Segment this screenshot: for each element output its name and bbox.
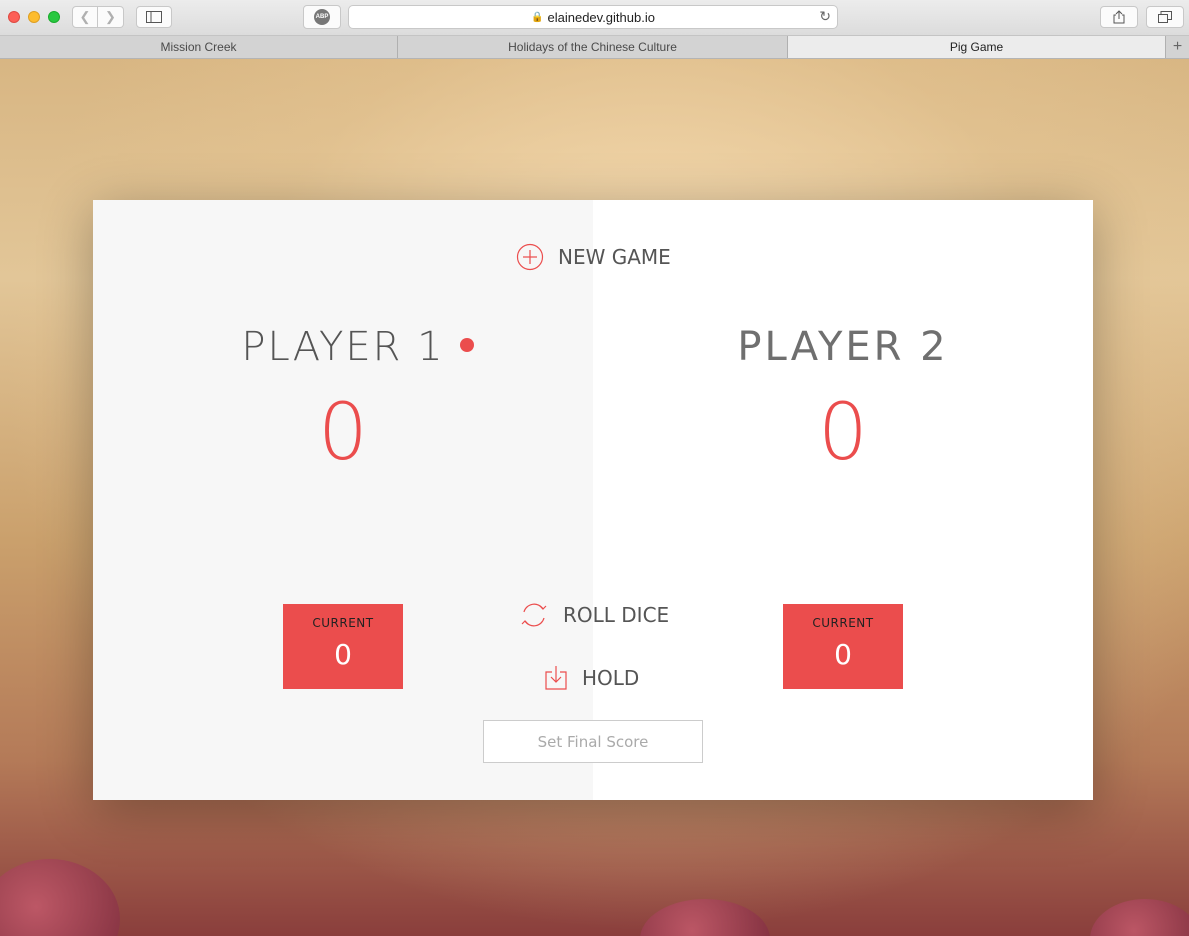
zoom-window-button[interactable] [48, 11, 60, 23]
raspberry-decoration [0, 859, 120, 936]
chevron-right-icon: ❯ [105, 9, 116, 24]
player-1-current-box: CURRENT 0 [283, 604, 403, 689]
reload-icon[interactable]: ↻ [819, 8, 831, 25]
show-tabs-button[interactable] [1146, 6, 1184, 28]
tab-label: Mission Creek [160, 40, 237, 54]
tab-bar: Mission Creek Holidays of the Chinese Cu… [0, 36, 1189, 59]
chevron-left-icon: ❮ [79, 9, 91, 24]
player-1-panel: PLAYER 1 0 CURRENT 0 [93, 200, 593, 800]
active-player-indicator [460, 338, 474, 352]
tab-mission-creek[interactable]: Mission Creek [0, 36, 398, 58]
sidebar-toggle-button[interactable] [136, 6, 172, 28]
lock-icon: 🔒 [531, 11, 544, 23]
browser-titlebar: ❮ ❯ ABP 🔒 elainedev.github.io ↻ [0, 0, 1189, 36]
forward-button[interactable]: ❯ [98, 6, 124, 28]
player-2-current-score: 0 [834, 638, 852, 671]
refresh-icon [521, 603, 547, 627]
raspberry-decoration [640, 899, 770, 936]
player-2-current-box: CURRENT 0 [783, 604, 903, 689]
player-2-name: PLAYER 2 [737, 324, 949, 370]
plus-circle-icon [516, 243, 544, 271]
tab-label: Pig Game [949, 40, 1004, 54]
roll-dice-button[interactable]: ROLL DICE [519, 600, 669, 630]
address-bar[interactable]: 🔒 elainedev.github.io ↻ [348, 5, 838, 29]
player-2-panel: PLAYER 2 0 CURRENT 0 [593, 200, 1093, 800]
current-label: CURRENT [812, 616, 874, 630]
tabs-overview-icon [1158, 11, 1172, 23]
player-1-score: 0 [318, 388, 368, 478]
page-background: PLAYER 1 0 CURRENT 0 PLAYER 2 0 CURRENT … [0, 59, 1189, 936]
share-button[interactable] [1100, 6, 1138, 28]
current-label: CURRENT [312, 616, 374, 630]
url-text: elainedev.github.io [547, 9, 655, 25]
close-window-button[interactable] [8, 11, 20, 23]
tab-holidays-chinese-culture[interactable]: Holidays of the Chinese Culture [398, 36, 788, 58]
player-1-current-score: 0 [334, 638, 352, 671]
raspberry-decoration [1090, 899, 1189, 936]
game-board: PLAYER 1 0 CURRENT 0 PLAYER 2 0 CURRENT … [93, 200, 1093, 800]
tab-pig-game[interactable]: Pig Game [788, 36, 1166, 58]
new-tab-button[interactable]: + [1166, 36, 1189, 58]
hold-label: HOLD [582, 666, 640, 690]
minimize-window-button[interactable] [28, 11, 40, 23]
new-game-button[interactable]: NEW GAME [516, 243, 671, 271]
adblock-button[interactable]: ABP [303, 5, 341, 29]
player-2-score: 0 [818, 388, 868, 478]
new-game-label: NEW GAME [558, 245, 671, 269]
share-icon [1113, 10, 1125, 24]
plus-icon: + [1172, 38, 1183, 55]
tab-label: Holidays of the Chinese Culture [508, 40, 677, 54]
adblock-icon: ABP [314, 9, 330, 25]
hold-button[interactable]: HOLD [544, 665, 639, 691]
sidebar-icon [146, 11, 162, 23]
roll-dice-label: ROLL DICE [563, 603, 670, 627]
player-1-name: PLAYER 1 [241, 324, 445, 370]
download-tray-icon [545, 666, 567, 690]
back-button[interactable]: ❮ [72, 6, 98, 28]
final-score-input[interactable] [483, 720, 703, 763]
